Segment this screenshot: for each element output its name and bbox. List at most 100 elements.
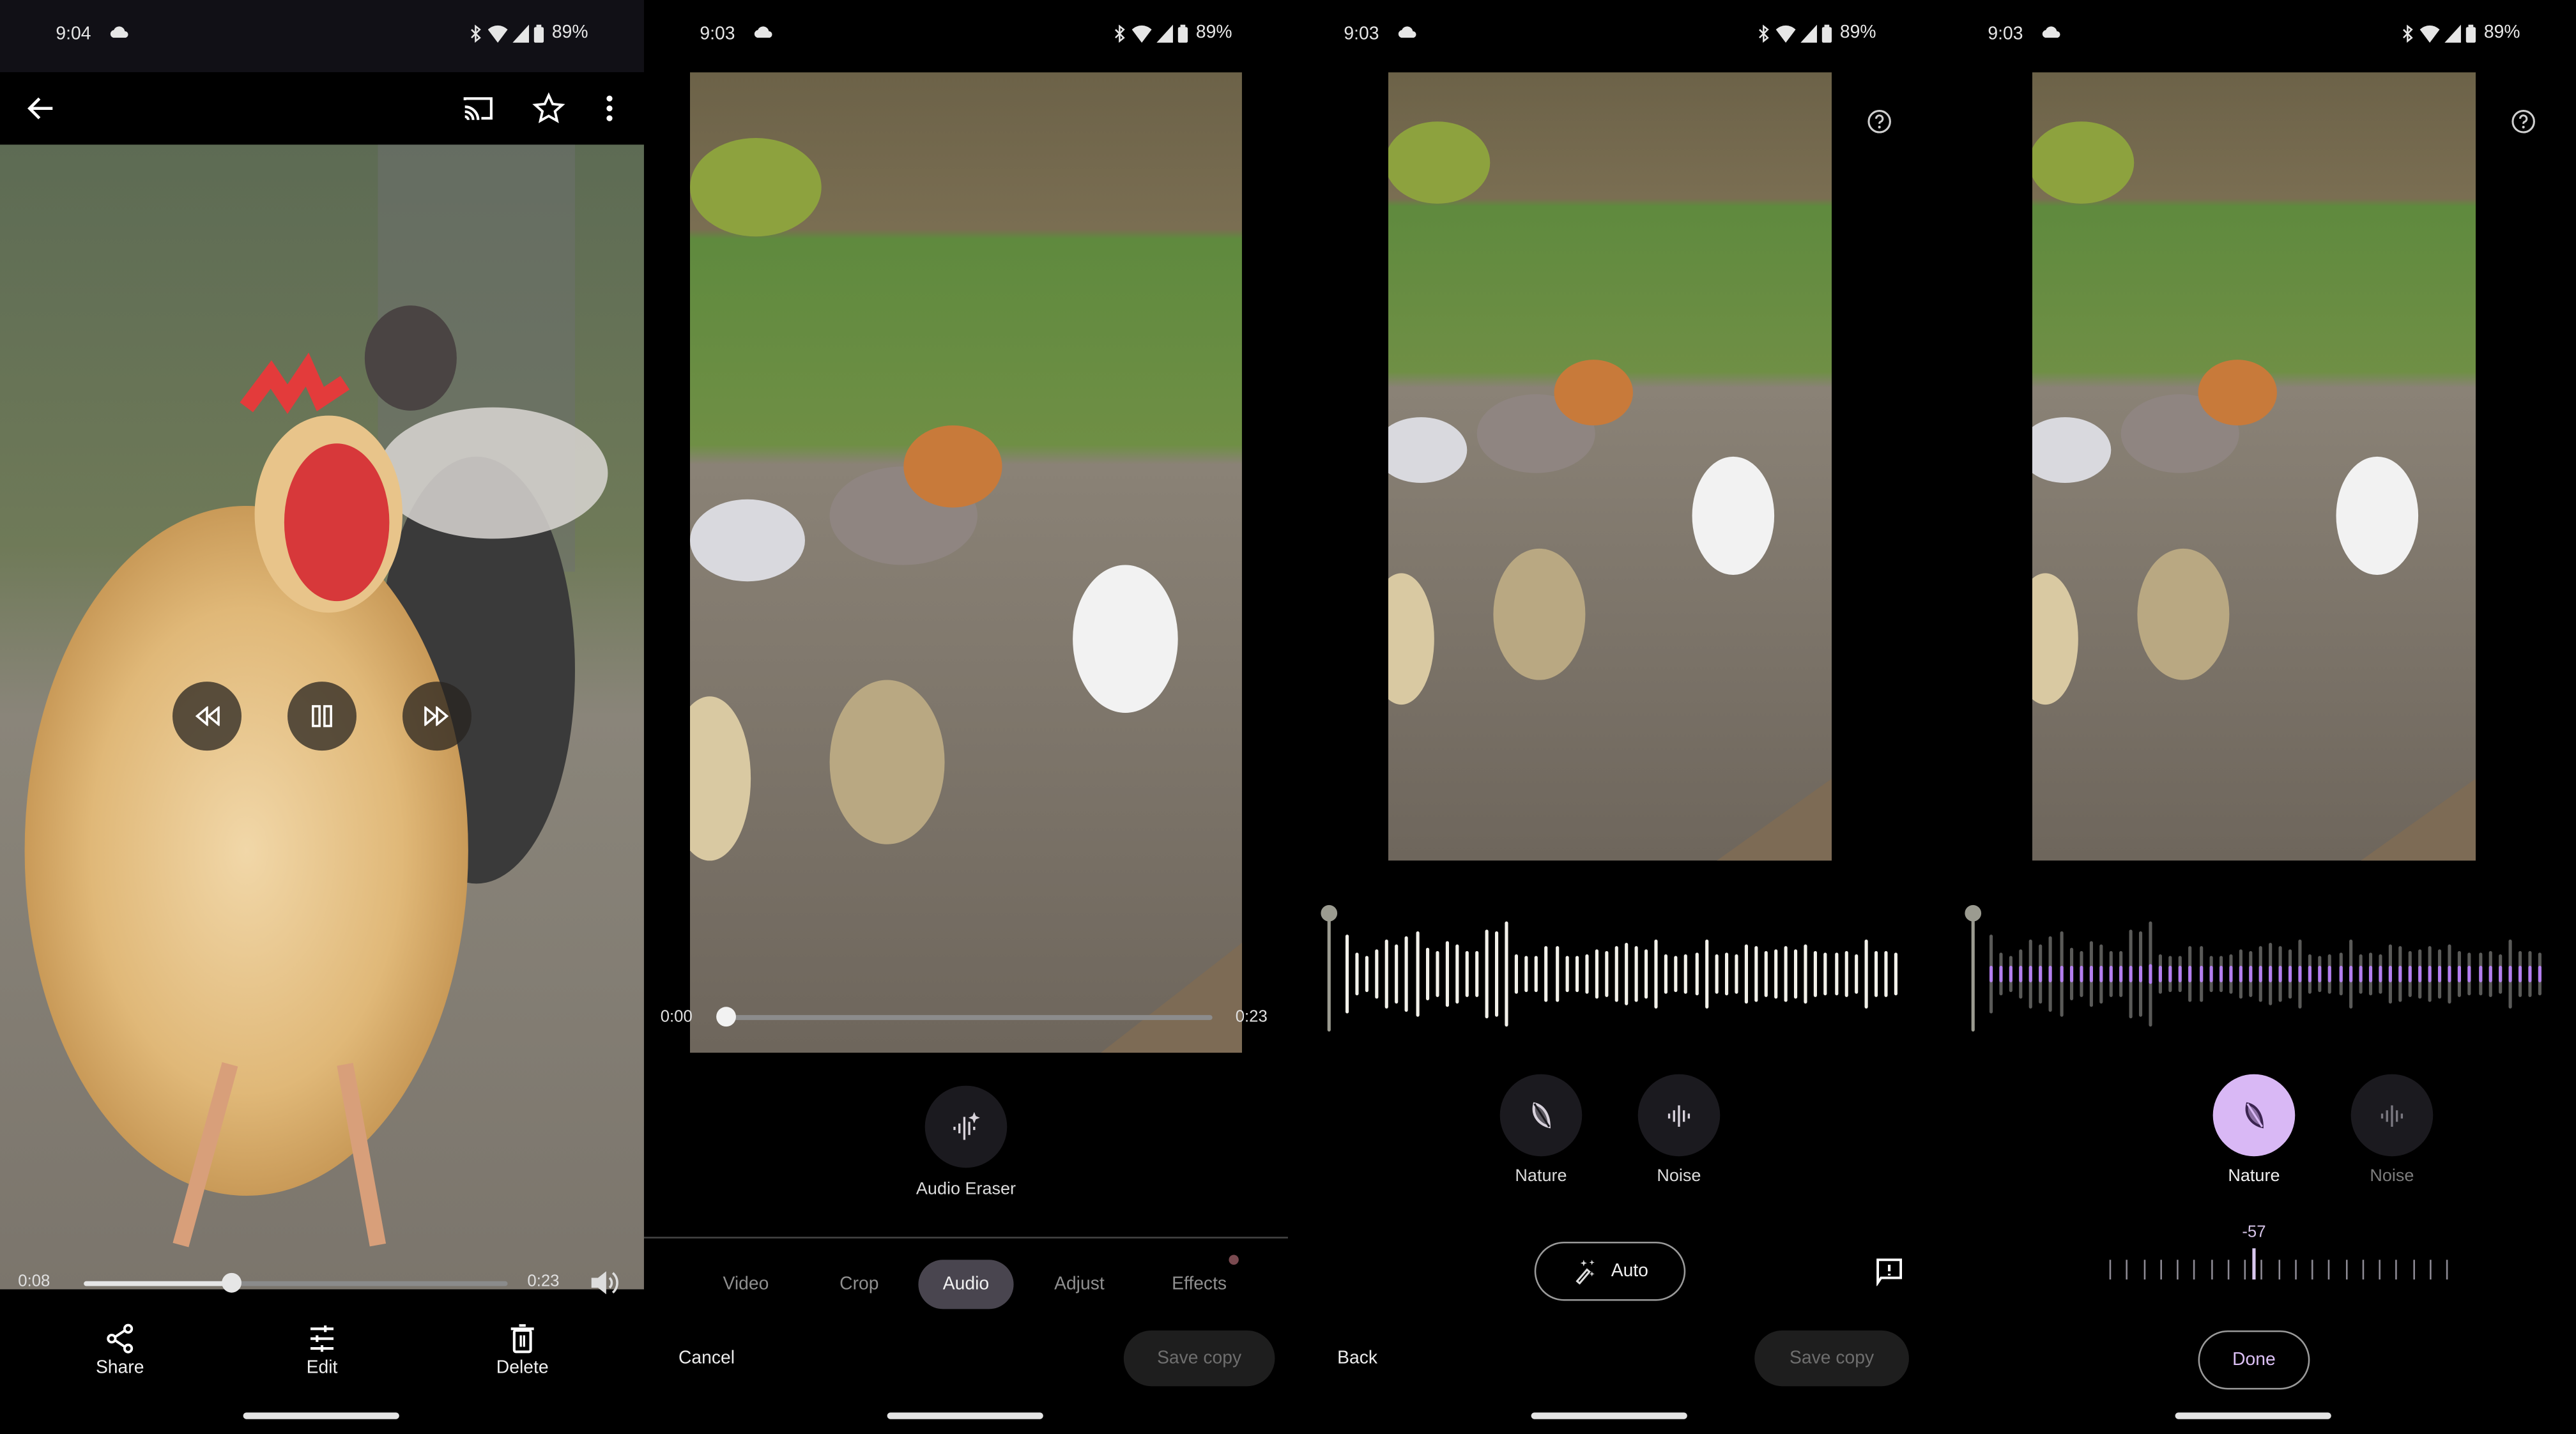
back-button[interactable]: Back [1337,1348,1377,1368]
strength-value: -57 [2242,1223,2266,1242]
bluetooth-icon [1114,24,1127,42]
slider-indicator[interactable] [2252,1248,2255,1280]
waveform-bar-nature [2009,966,2013,982]
waveform-bar [1614,946,1618,1002]
slider-tick [2159,1260,2162,1280]
seek-bar-progress [84,1281,233,1286]
audio-waveform[interactable] [1340,912,1899,1036]
battery-percent: 89% [1839,22,1876,43]
nature-category-button[interactable] [1499,1074,1583,1157]
home-indicator[interactable] [243,1412,399,1419]
waveform-bar [1554,946,1558,1002]
tab-adjust[interactable]: Adjust [1043,1260,1116,1309]
waveform-bar [1774,949,1778,999]
waveform-bar-nature [2398,966,2402,982]
home-indicator[interactable] [887,1412,1043,1419]
rewind-button[interactable] [172,682,241,751]
volume-icon[interactable] [590,1270,619,1296]
waveform-bar [1824,952,1828,996]
waveform-bar-nature [2119,966,2123,982]
fast-forward-button[interactable] [402,682,471,751]
video-viewer-screen: 9:04 89% 0:08 0:23 Share Edit Delete [0,0,644,1434]
waveform-bar-nature [2099,966,2103,982]
tab-crop[interactable]: Crop [826,1260,892,1309]
back-arrow-icon[interactable] [25,92,57,125]
waveform-bar-nature [2109,966,2113,982]
delete-button[interactable]: Delete [457,1322,588,1378]
seek-thumb[interactable] [716,1007,736,1027]
star-icon[interactable] [532,92,565,125]
wifi-icon [1775,24,1796,42]
waveform-bar [1794,949,1798,999]
audio-eraser-button[interactable] [924,1085,1008,1168]
waveform-bar-nature [2278,966,2282,982]
done-button[interactable]: Done [2198,1330,2310,1390]
tab-video[interactable]: Video [713,1260,779,1309]
signal-icon [2444,24,2461,42]
slider-tick [2244,1260,2246,1280]
auto-button[interactable]: Auto [1534,1241,1686,1301]
current-time: 0:00 [660,1008,693,1027]
waveform-scrubber[interactable] [1321,904,1338,1032]
seek-bar[interactable] [84,1272,508,1293]
noise-category-button[interactable] [2350,1074,2434,1157]
feedback-icon[interactable] [1874,1256,1904,1286]
waveform-bar-nature [2129,965,2133,983]
waveform-bar-nature [2418,966,2422,982]
video-preview-chickens[interactable] [1388,72,1832,861]
seek-thumb[interactable] [222,1272,242,1293]
waveform-bar-nature [2319,966,2322,982]
slider-tick [2379,1260,2380,1280]
help-icon[interactable] [1866,109,1892,135]
wifi-icon [1131,24,1152,42]
waveform-bar-nature [2478,966,2482,982]
waveform-bar-nature [2049,965,2053,983]
battery-percent: 89% [2483,22,2520,43]
effects-badge [1229,1255,1239,1265]
waveform-scrubber[interactable] [1965,904,1982,1032]
waveform-bar-nature [2228,966,2232,982]
tab-effects[interactable]: Effects [1163,1260,1236,1309]
pause-button[interactable] [287,682,356,751]
waveform-bar-nature [2179,966,2182,982]
screenshot-stage: 9:04 89% 0:08 0:23 Share Edit Delete 9:0… [0,0,2576,1434]
tab-audio[interactable]: Audio [918,1260,1014,1309]
video-preview-chickens[interactable] [2032,72,2476,861]
slider-tick [2210,1260,2212,1280]
waveform-bar-nature [1989,965,1993,983]
share-button[interactable]: Share [54,1322,186,1378]
waveform-bar [1704,939,1708,1009]
waveform-bar-nature [2149,965,2152,984]
seek-bar[interactable] [716,1007,1213,1027]
strength-slider[interactable] [2109,1248,2448,1281]
edit-button[interactable]: Edit [256,1322,388,1378]
waveform-bar-nature [2518,966,2522,982]
save-copy-button[interactable]: Save copy [1123,1330,1275,1387]
waveform-bar-nature [1999,966,2003,982]
more-vert-icon[interactable] [593,92,625,125]
waveform-bar [1445,942,1449,1007]
help-icon[interactable] [2510,109,2536,135]
waveform-bar [1854,954,1858,995]
audio-eraser-icon [949,1110,982,1143]
waveform-bar [1524,955,1529,993]
signal-icon [1800,24,1817,42]
cancel-button[interactable]: Cancel [678,1348,735,1368]
cloud-icon [2041,25,2060,38]
share-label: Share [95,1358,144,1378]
waveform-bar [1804,943,1808,1004]
save-copy-button[interactable]: Save copy [1754,1330,1909,1387]
leaf-icon [2239,1101,2269,1130]
noise-category-button[interactable] [1637,1074,1721,1157]
waveform-bar-nature [2298,965,2303,982]
waveform-bar-nature [2059,965,2063,983]
waveform-bar [1495,931,1499,1017]
home-indicator[interactable] [1531,1412,1687,1419]
audio-waveform[interactable] [1984,912,2543,1036]
nature-category-button[interactable] [2212,1074,2296,1157]
pause-icon [310,705,334,728]
cast-icon[interactable] [462,92,494,125]
video-preview-chickens[interactable] [689,72,1242,1053]
slider-tick [2109,1260,2112,1280]
home-indicator[interactable] [2175,1412,2331,1419]
